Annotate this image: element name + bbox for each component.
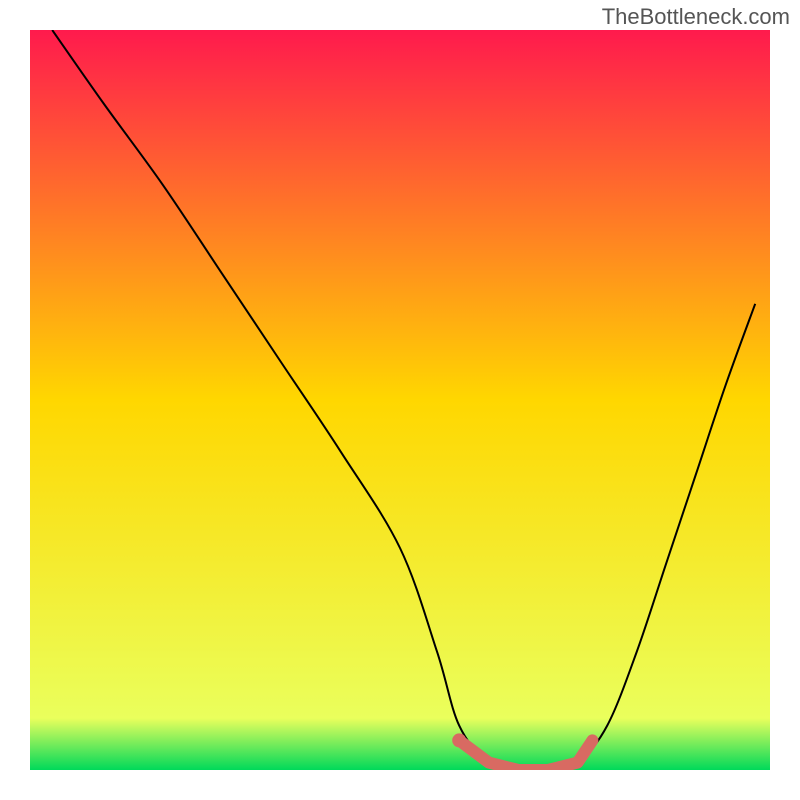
chart-frame [30, 30, 770, 770]
bottleneck-plot [30, 30, 770, 770]
optimal-start-dot [452, 733, 466, 747]
watermark-text: TheBottleneck.com [602, 4, 790, 30]
gradient-background [30, 30, 770, 770]
